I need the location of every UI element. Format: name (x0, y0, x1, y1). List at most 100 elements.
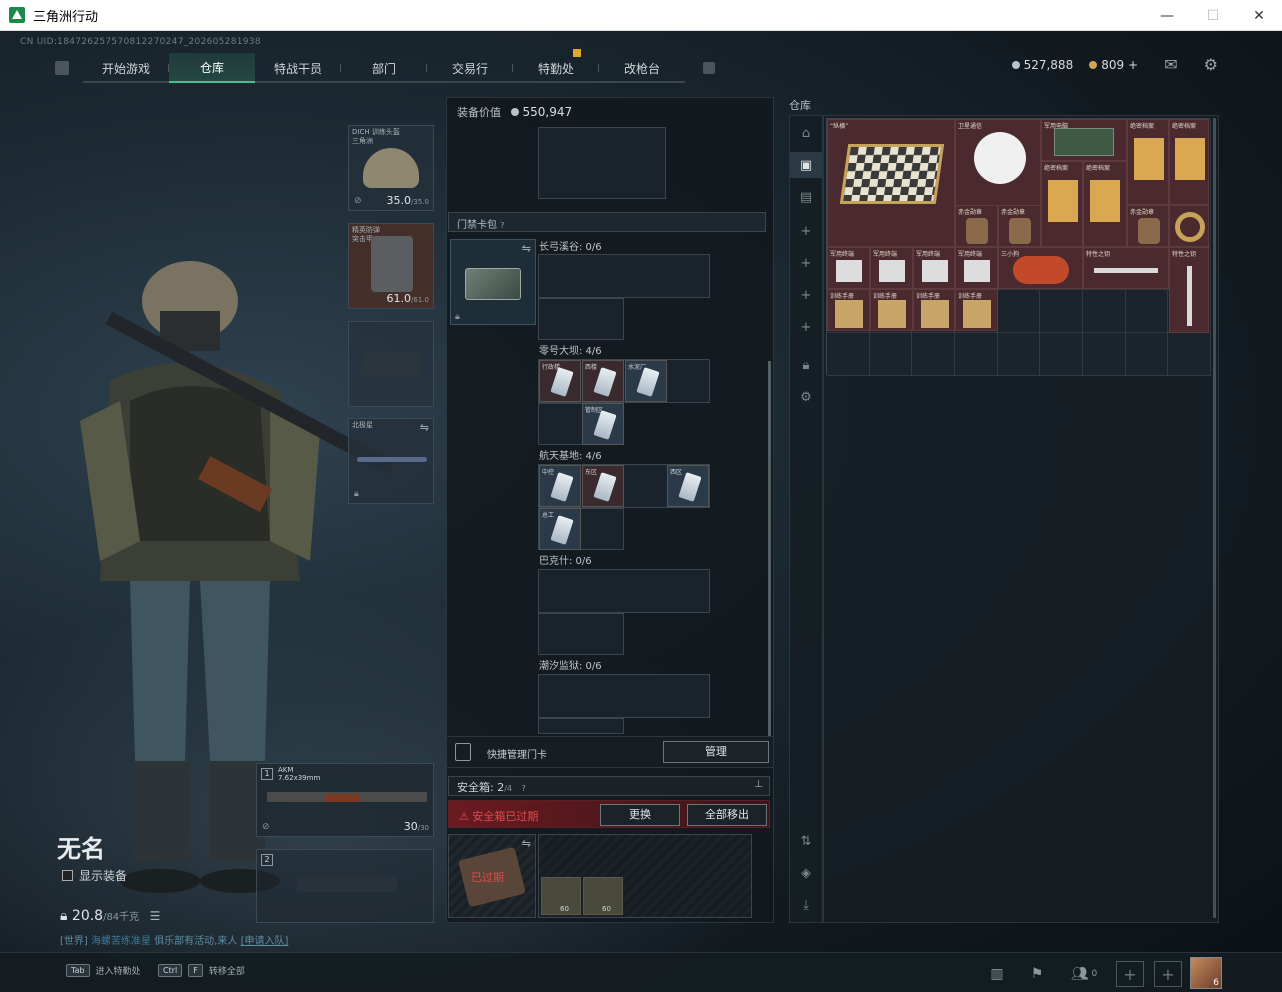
add-teammate-button[interactable]: + (1154, 961, 1182, 987)
keycard-item[interactable]: 东区 (582, 465, 624, 507)
tab-start-game[interactable]: 开始游戏 (83, 53, 169, 83)
keycard-item[interactable]: 西区 (667, 465, 709, 507)
chat-line[interactable]: [世界] 海螺苦练准星 俱乐部有活动,来人 [申请入队] (60, 932, 288, 947)
minimize-button[interactable]: — (1144, 0, 1190, 31)
list-icon[interactable]: ☰ (150, 909, 161, 923)
warehouse-item-secret-file[interactable]: 绝密档案 (1083, 161, 1127, 247)
warehouse-item-gold-medal[interactable]: 赤金勋章 (998, 205, 1041, 247)
show-equipment-toggle[interactable]: 显示装备 (62, 867, 127, 884)
keycard-scrollbar[interactable] (768, 361, 771, 761)
warehouse-grid-cell[interactable] (869, 333, 913, 376)
keycard-item[interactable]: 总工 (539, 508, 581, 550)
replace-button[interactable]: 更换 (600, 804, 680, 826)
sort-icon[interactable]: ⇅ (790, 828, 822, 854)
ammo-box-item[interactable]: 60 (541, 877, 581, 915)
warehouse-grid-cell[interactable] (1168, 333, 1211, 376)
gold-currency[interactable]: 809 + (1089, 58, 1138, 72)
layers-icon[interactable]: ◈ (790, 860, 822, 886)
warehouse-item-terminal[interactable]: 军用终端 (955, 247, 998, 289)
warehouse-item-manual[interactable]: 训练手册 (827, 289, 870, 331)
warehouse-item-chess-set[interactable]: “纵横” (827, 119, 955, 247)
zone-grid[interactable] (538, 298, 624, 340)
warehouse-tab-icon[interactable]: ▣ (790, 152, 822, 178)
show-equipment-checkbox[interactable] (62, 870, 73, 881)
warehouse-home-icon[interactable]: ⌂ (790, 120, 822, 146)
move-all-button[interactable]: 全部移出 (687, 804, 767, 826)
warehouse-item-military-pc[interactable]: 军用电脑 (1041, 119, 1127, 161)
hint-transfer-all[interactable]: Ctrl F 转移全部 (158, 964, 245, 977)
warehouse-scrollbar[interactable] (1213, 118, 1216, 918)
warehouse-item-toy-dog[interactable]: 三小狗 (998, 247, 1083, 289)
add-tab-icon[interactable]: + (790, 250, 822, 276)
flag-icon[interactable]: ⚑ (1022, 962, 1052, 986)
transfer-icon[interactable]: ⤓ (790, 892, 822, 918)
add-currency-plus[interactable]: + (1128, 58, 1138, 72)
lock-icon[interactable]: 🔒︎ (790, 352, 822, 378)
silver-currency[interactable]: 527,888 (1011, 58, 1073, 72)
swap-icon[interactable]: ⇋ (522, 242, 531, 255)
warehouse-grid-cell[interactable] (827, 333, 870, 376)
warehouse-grid-cell[interactable] (1040, 333, 1083, 376)
tab-gunsmith[interactable]: 改枪台 (599, 53, 685, 83)
add-tab-icon[interactable]: + (790, 282, 822, 308)
maximize-button[interactable]: ☐ (1190, 0, 1236, 31)
secondary-weapon-slot[interactable]: 2 (256, 849, 434, 923)
warehouse-item-gold-medal[interactable]: 赤金勋章 (955, 205, 998, 247)
pistol-slot[interactable] (348, 321, 434, 407)
warehouse-item-gold-ring[interactable] (1169, 205, 1209, 247)
warehouse-item-gold-medal[interactable]: 赤金勋章 (1127, 205, 1169, 247)
warehouse-item-secret-file[interactable]: 绝密档案 (1127, 119, 1169, 205)
warehouse-item-key[interactable]: 特性之钥 (1083, 247, 1169, 289)
swap-icon[interactable]: ⇋ (420, 421, 429, 434)
friends-icon[interactable]: 👥︎ 0 (1062, 962, 1106, 986)
backpack-grid[interactable] (538, 127, 666, 199)
help-icon[interactable]: ? (522, 784, 526, 793)
primary-weapon-slot[interactable]: 1 AKM 7.62x39mm ⊘ 30/30 (256, 763, 434, 837)
warehouse-item-manual[interactable]: 训练手册 (955, 289, 998, 331)
warehouse-item-terminal[interactable]: 军用终端 (870, 247, 913, 289)
tab-department[interactable]: 部门 (341, 53, 427, 83)
add-teammate-button[interactable]: + (1116, 961, 1144, 987)
stats-chart-icon[interactable]: ▥ (982, 962, 1012, 986)
settings-gear-icon[interactable]: ⚙ (790, 384, 822, 410)
ammo-box-item[interactable]: 60 (583, 877, 623, 915)
keycard-holder[interactable]: ⇋ 🔒︎ (450, 239, 536, 325)
zone-grid[interactable] (538, 718, 624, 734)
warehouse-item-secret-file[interactable]: 绝密档案 (1041, 161, 1083, 247)
chat-join-link[interactable]: [申请入队] (241, 936, 289, 947)
warehouse-item-terminal[interactable]: 军用终端 (913, 247, 955, 289)
zone-grid[interactable] (538, 613, 624, 655)
keycard-item[interactable]: 管制区 (582, 403, 624, 445)
warehouse-grid-cell[interactable] (1083, 333, 1126, 376)
tab-trade[interactable]: 交易行 (427, 53, 513, 83)
warehouse-grid-cell[interactable] (955, 333, 998, 376)
safe-box-slot[interactable]: 已过期 ⇋ (448, 834, 536, 918)
tab-warehouse[interactable]: 仓库 (169, 53, 255, 83)
add-tab-icon[interactable]: + (790, 314, 822, 340)
help-icon[interactable]: ? (500, 221, 504, 230)
tab-special-ops[interactable]: 特勤处 (513, 49, 599, 83)
helmet-slot[interactable]: DICH 训练头盔 三角洲 ⊘ 35.0/35.0 (348, 125, 434, 211)
close-button[interactable]: ✕ (1236, 0, 1282, 31)
warehouse-grid-cell[interactable] (1125, 333, 1169, 376)
warehouse-grid-cell[interactable] (997, 333, 1041, 376)
keycard-item[interactable]: 行政楼 (539, 360, 581, 402)
safe-box-grid[interactable]: 60 60 (538, 834, 752, 918)
melee-slot[interactable]: 北极星 ⇋ 🔒︎ (348, 418, 434, 504)
keycard-item[interactable]: 水泥厂 (625, 360, 667, 402)
swap-icon[interactable]: ⇋ (522, 837, 531, 850)
add-tab-icon[interactable]: + (790, 218, 822, 244)
mail-icon[interactable]: ✉ (1164, 55, 1177, 74)
zone-grid[interactable] (538, 569, 710, 613)
keycard-item[interactable]: 西楼 (582, 360, 624, 402)
warehouse-grid-cell[interactable] (912, 333, 955, 376)
zone-grid[interactable] (538, 674, 710, 718)
hint-special-ops[interactable]: Tab 进入特勤处 (66, 964, 141, 977)
warehouse-item-terminal[interactable]: 军用终端 (827, 247, 870, 289)
warehouse-item-key[interactable]: 特性之钥 (1169, 247, 1209, 333)
tab-operators[interactable]: 特战干员 (255, 53, 341, 83)
warehouse-grid-cell[interactable] (1083, 290, 1126, 334)
armor-slot[interactable]: 精英防弹 突击甲 61.0/61.0 (348, 223, 434, 309)
pin-icon[interactable]: ⊥ (754, 779, 763, 790)
manage-button[interactable]: 管理 (663, 741, 769, 763)
